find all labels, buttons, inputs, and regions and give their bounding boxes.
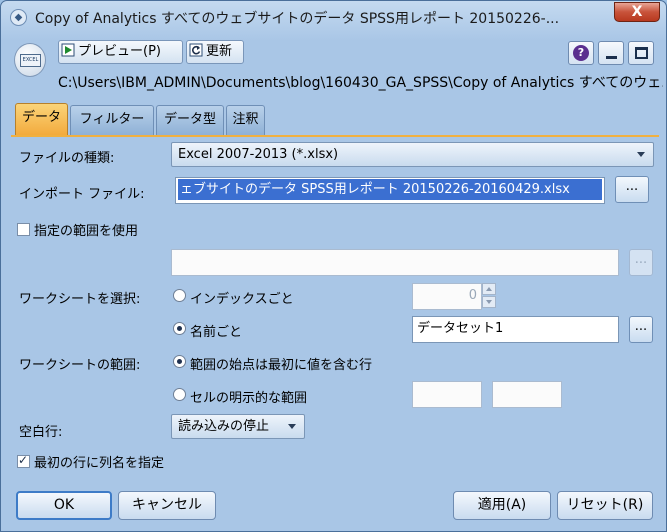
refresh-icon <box>189 43 203 57</box>
import-file-label: インポート ファイル: <box>19 187 145 202</box>
maximize-icon <box>635 47 648 59</box>
tab-data[interactable]: データ <box>15 103 68 136</box>
blank-rows-value: 読み込みの停止 <box>178 419 270 434</box>
preview-label: プレビュー(P) <box>78 44 161 59</box>
file-type-value: Excel 2007-2013 (*.xlsx) <box>178 147 339 162</box>
by-index-label: インデックスごと <box>190 292 294 307</box>
sheet-name-input[interactable]: データセット1 <box>412 316 619 343</box>
blank-rows-label: 空白行: <box>19 425 63 440</box>
explicit-range-label: セルの明示的な範囲 <box>190 391 308 406</box>
range-first-value-label: 範囲の始点は最初に値を含む行 <box>190 358 373 373</box>
reset-button[interactable]: リセット(R) <box>557 491 653 520</box>
index-spin-up[interactable] <box>482 283 496 295</box>
file-type-dropdown[interactable]: Excel 2007-2013 (*.xlsx) <box>171 142 654 167</box>
sheet-name-browse-button[interactable]: ... <box>629 316 653 343</box>
index-input[interactable]: 0 <box>412 283 482 310</box>
apply-button[interactable]: 適用(A) <box>453 491 551 520</box>
import-file-input[interactable]: ェブサイトのデータ SPSS用レポート 20150226-20160429.xl… <box>175 177 605 204</box>
title-bar: ◆ Copy of Analytics すべてのウェブサイトのデータ SPSS用… <box>1 1 666 33</box>
worksheet-range-label: ワークシートの範囲: <box>19 358 141 373</box>
excel-node-label: EXCEL <box>20 54 41 67</box>
window-title: Copy of Analytics すべてのウェブサイトのデータ SPSS用レポ… <box>35 11 560 27</box>
explicit-range-end-input[interactable] <box>492 381 562 408</box>
minimize-button[interactable] <box>598 41 624 65</box>
ok-button[interactable]: OK <box>16 491 112 520</box>
close-button[interactable]: X <box>614 2 660 22</box>
first-row-names-checkbox[interactable] <box>17 453 30 468</box>
spss-diamond-icon: ◆ <box>10 9 27 26</box>
use-range-label: 指定の範囲を使用 <box>34 224 139 239</box>
range-browse-button[interactable]: ... <box>629 249 653 276</box>
index-spin-down[interactable] <box>482 296 496 308</box>
tab-filter[interactable]: フィルター <box>70 105 154 135</box>
maximize-button[interactable] <box>628 41 654 65</box>
import-file-value: ェブサイトのデータ SPSS用レポート 20150226-20160429.xl… <box>178 179 602 200</box>
tab-annotation[interactable]: 注釈 <box>226 105 265 135</box>
file-path: C:\Users\IBM_ADMIN\Documents\blog\160430… <box>58 75 663 91</box>
blank-rows-dropdown[interactable]: 読み込みの停止 <box>171 414 305 439</box>
refresh-button[interactable]: 更新 <box>186 40 244 64</box>
chevron-down-icon <box>288 424 296 429</box>
help-button[interactable]: ? <box>568 41 594 65</box>
range-first-value-radio[interactable] <box>173 355 186 368</box>
chevron-down-icon <box>637 152 645 157</box>
preview-button[interactable]: プレビュー(P) <box>58 40 183 64</box>
help-icon: ? <box>573 45 589 61</box>
refresh-label: 更新 <box>206 44 233 59</box>
minimize-icon <box>606 56 617 59</box>
first-row-names-label: 最初の行に列名を指定 <box>34 456 165 471</box>
cancel-button[interactable]: キャンセル <box>118 491 216 520</box>
range-input[interactable] <box>171 249 619 276</box>
preview-icon <box>61 43 75 57</box>
by-name-radio[interactable] <box>173 322 186 335</box>
tab-data-type[interactable]: データ型 <box>156 105 224 135</box>
explicit-range-radio[interactable] <box>173 388 186 401</box>
import-dialog-window: ◆ Copy of Analytics すべてのウェブサイトのデータ SPSS用… <box>0 0 667 532</box>
explicit-range-start-input[interactable] <box>412 381 482 408</box>
use-range-checkbox[interactable] <box>17 223 30 236</box>
browse-file-button[interactable]: ... <box>615 176 649 203</box>
by-index-radio[interactable] <box>173 289 186 302</box>
worksheet-select-label: ワークシートを選択: <box>19 292 141 307</box>
by-name-label: 名前ごと <box>190 325 243 340</box>
excel-node-icon: EXCEL <box>14 43 46 77</box>
file-type-label: ファイルの種類: <box>19 151 115 166</box>
